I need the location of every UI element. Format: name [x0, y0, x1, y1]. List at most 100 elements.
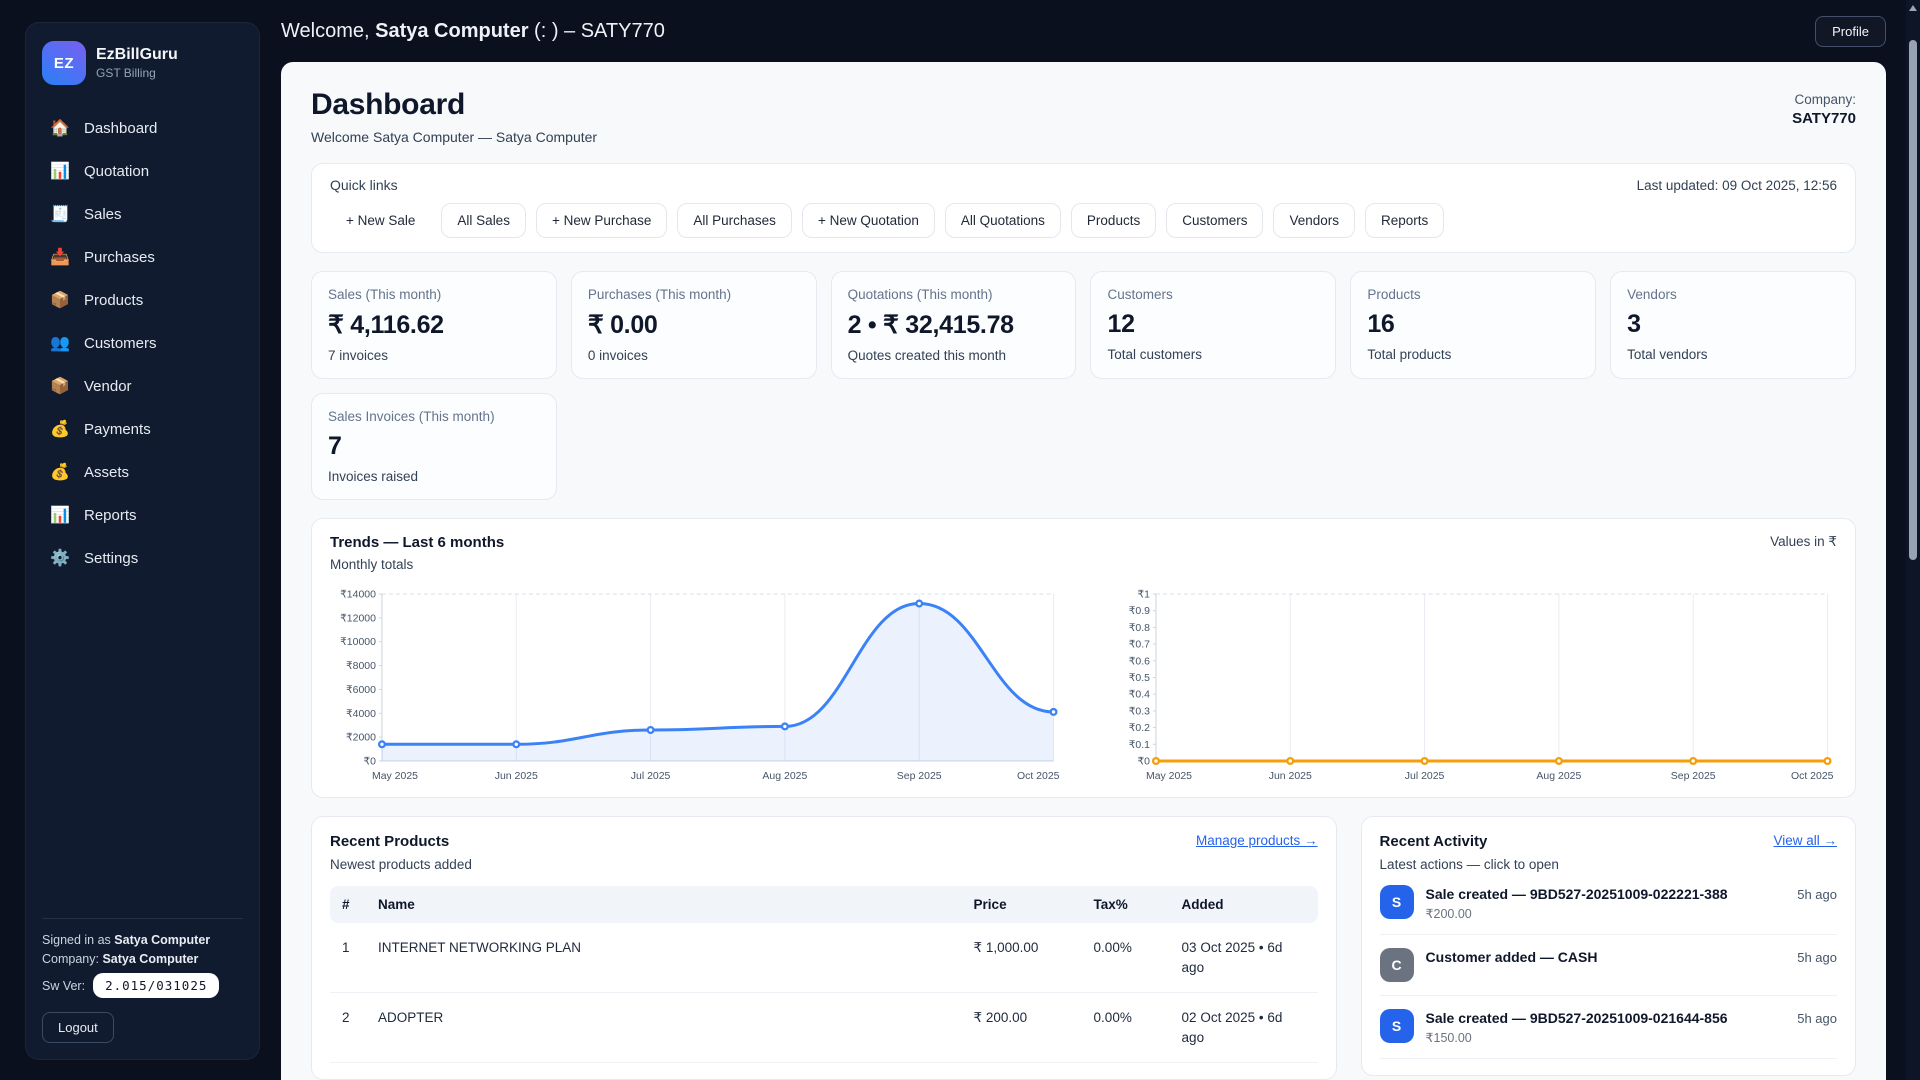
svg-text:Jul 2025: Jul 2025 — [631, 771, 671, 782]
manage-products-link[interactable]: Manage products → — [1196, 833, 1318, 848]
table-row[interactable]: 1INTERNET NETWORKING PLAN₹ 1,000.000.00%… — [330, 923, 1318, 993]
svg-text:₹2000: ₹2000 — [346, 733, 376, 744]
trends-subtitle: Monthly totals — [330, 557, 504, 572]
svg-text:₹0: ₹0 — [1137, 756, 1150, 767]
stat-label: Purchases (This month) — [588, 287, 800, 302]
inbox-tray-icon: 📥 — [50, 250, 70, 266]
table-cell: 2 — [330, 993, 366, 1063]
quick-link-customers[interactable]: Customers — [1166, 203, 1263, 238]
sidebar-item-products[interactable]: 📦Products — [42, 283, 243, 318]
main-area: Welcome, Satya Computer (: ) – SATY770 P… — [260, 0, 1906, 1080]
activity-item[interactable]: S Sale created — 9BD527-20251009-022221-3… — [1380, 872, 1837, 935]
sidebar-item-purchases[interactable]: 📥 Purchases — [42, 240, 243, 275]
quick-link-products[interactable]: Products — [1071, 203, 1156, 238]
scrollbar-up-arrow-icon[interactable] — [1909, 5, 1917, 11]
quick-links-card: Quick links Last updated: 09 Oct 2025, 1… — [311, 163, 1856, 253]
activity-item[interactable]: SSale created — 9BD527-20251009-021644-8… — [1380, 996, 1837, 1059]
sidebar-item-payments[interactable]: 💰Payments — [42, 412, 243, 447]
stat-value: ₹ 4,116.62 — [328, 310, 540, 340]
svg-text:₹12000: ₹12000 — [340, 613, 376, 624]
page-title: Dashboard — [311, 88, 597, 122]
scrollbar-thumb[interactable] — [1909, 40, 1917, 560]
page-subtitle: Welcome Satya Computer — Satya Computer — [311, 129, 597, 145]
sidebar-item-label: Vendor — [84, 378, 132, 395]
sidebar-item-label: Reports — [84, 507, 137, 524]
svg-text:Oct 2025: Oct 2025 — [1017, 771, 1060, 782]
sidebar-item-label: Assets — [84, 464, 129, 481]
logo-text: EZ — [54, 55, 74, 72]
sidebar-item-dashboard[interactable]: 🏠Dashboard — [42, 111, 243, 146]
sidebar-nav: 🏠Dashboard 📊Quotation 🧾Sales 📥 Purchases 📦Pro… — [42, 111, 243, 918]
trends-card: Trends — Last 6 months Monthly totals Va… — [311, 518, 1856, 798]
welcome-prefix: Welcome, — [281, 20, 370, 42]
quick-link--new-sale[interactable]: + New Sale — [330, 203, 431, 238]
svg-text:₹10000: ₹10000 — [340, 637, 376, 648]
stat-card-vendors: Vendors3Total vendors — [1610, 271, 1856, 379]
sidebar-item-label: Purchases — [84, 249, 155, 266]
app-logo-icon: EZ — [42, 41, 86, 85]
table-cell: 1 — [330, 923, 366, 993]
sidebar-item-label: Products — [84, 292, 143, 309]
sidebar-item-label: Settings — [84, 550, 138, 567]
quick-link-all-quotations[interactable]: All Quotations — [945, 203, 1061, 238]
recent-products-card: Recent Products Newest products added Ma… — [311, 816, 1337, 1080]
stat-label: Vendors — [1627, 287, 1839, 302]
sidebar-item-assets[interactable]: 💰Assets — [42, 455, 243, 490]
activity-avatar: S — [1380, 885, 1414, 919]
svg-text:₹0.9: ₹0.9 — [1128, 606, 1149, 617]
svg-text:₹0.6: ₹0.6 — [1128, 656, 1149, 667]
stat-card-sales-this-month-: Sales (This month)₹ 4,116.627 invoices — [311, 271, 557, 379]
quick-link-all-purchases[interactable]: All Purchases — [677, 203, 792, 238]
quick-link-vendors[interactable]: Vendors — [1273, 203, 1355, 238]
table-row[interactable]: 2ADOPTER₹ 200.000.00%02 Oct 2025 • 6d ag… — [330, 993, 1318, 1063]
sidebar-item-label: Customers — [84, 335, 157, 352]
last-updated: Last updated: 09 Oct 2025, 12:56 — [1637, 178, 1837, 193]
stat-value: 7 — [328, 432, 540, 461]
sidebar-item-quotation[interactable]: 📊Quotation — [42, 154, 243, 189]
svg-text:₹0.5: ₹0.5 — [1128, 673, 1149, 684]
sidebar-item-vendor[interactable]: 📦Vendor — [42, 369, 243, 404]
stat-sub: Total products — [1367, 347, 1579, 362]
quick-link-all-sales[interactable]: All Sales — [441, 203, 526, 238]
welcome-user: Satya Computer — [375, 20, 528, 42]
sidebar-item-reports[interactable]: 📊Reports — [42, 498, 243, 533]
view-all-link[interactable]: View all → — [1773, 833, 1837, 848]
sidebar-item-label: Dashboard — [84, 120, 157, 137]
table-cell: 0.00% — [1082, 923, 1170, 993]
topbar: Welcome, Satya Computer (: ) – SATY770 P… — [281, 0, 1886, 62]
svg-text:₹0.7: ₹0.7 — [1128, 640, 1149, 651]
logout-button[interactable]: Logout — [42, 1012, 114, 1043]
stat-card-products: Products16Total products — [1350, 271, 1596, 379]
stat-sub: Quotes created this month — [848, 348, 1060, 363]
sidebar-item-sales[interactable]: 🧾Sales — [42, 197, 243, 232]
column-header-price: Price — [962, 886, 1082, 923]
sidebar-item-settings[interactable]: ⚙️ Settings — [42, 541, 243, 576]
footer-company-name: Satya Computer — [102, 952, 198, 966]
sidebar-item-label: Payments — [84, 421, 151, 438]
vertical-scrollbar[interactable] — [1906, 0, 1920, 1080]
stat-value: ₹ 0.00 — [588, 310, 800, 340]
company-block: Company: SATY770 — [1792, 88, 1856, 127]
stat-card-customers: Customers12Total customers — [1090, 271, 1336, 379]
profile-button[interactable]: Profile — [1815, 16, 1886, 47]
activity-avatar: S — [1380, 1009, 1414, 1043]
stat-card-sales-invoices-this-month-: Sales Invoices (This month)7Invoices rai… — [311, 393, 557, 500]
sidebar-panel: EZ EzBillGuru GST Billing 🏠Dashboard📊Quo… — [25, 22, 260, 1060]
quick-link--new-quotation[interactable]: + New Quotation — [802, 203, 935, 238]
signed-in-prefix: Signed in as — [42, 933, 111, 947]
dashboard-content: Dashboard Welcome Satya Computer — Satya… — [281, 62, 1886, 1080]
quick-link-reports[interactable]: Reports — [1365, 203, 1444, 238]
signed-in-as: Signed in as Satya Computer — [42, 933, 243, 947]
stat-sub: Total vendors — [1627, 347, 1839, 362]
quick-link--new-purchase[interactable]: + New Purchase — [536, 203, 667, 238]
column-header--: # — [330, 886, 366, 923]
sidebar-footer: Signed in as Satya Computer Company: Sat… — [42, 918, 243, 1043]
activity-item[interactable]: CCustomer added — CASH5h ago — [1380, 935, 1837, 996]
signed-in-user: Satya Computer — [114, 933, 210, 947]
table-cell: ₹ 200.00 — [962, 993, 1082, 1063]
gear-icon: ⚙️ — [50, 551, 70, 567]
quick-links-row: + New Sale All Sales + New Purchase All Pur… — [330, 203, 1837, 238]
activity-title: Sale created — 9BD527-20251009-022221-38… — [1426, 885, 1786, 903]
sidebar-item-customers[interactable]: 👥Customers — [42, 326, 243, 361]
stat-label: Sales (This month) — [328, 287, 540, 302]
